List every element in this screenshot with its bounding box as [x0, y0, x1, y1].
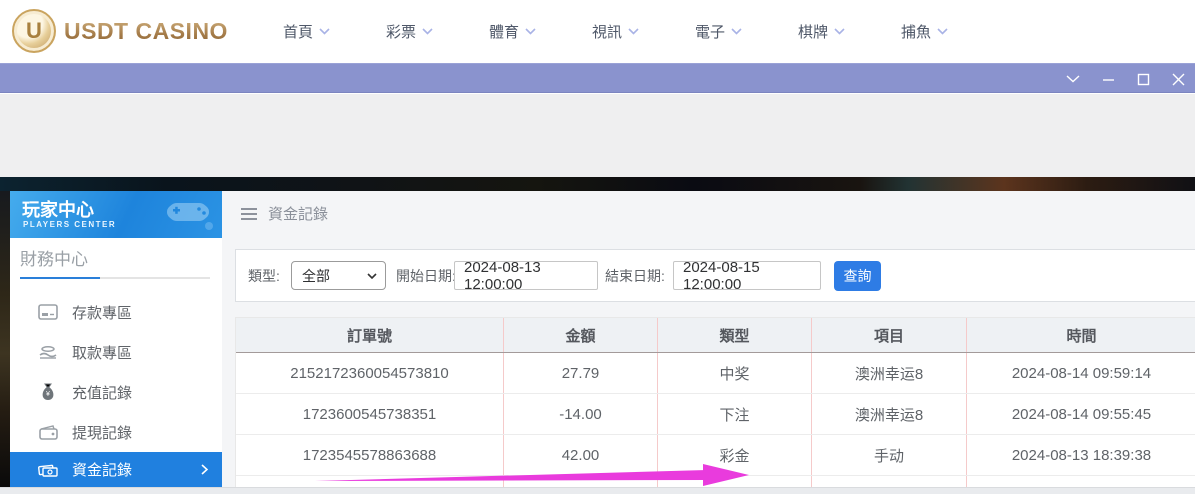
end-date-input[interactable]: 2024-08-15 12:00:00: [673, 259, 821, 293]
taskbar-edge: [0, 487, 1195, 494]
nav-item-home[interactable]: 首頁: [255, 0, 358, 63]
type-select-value: 全部: [302, 267, 330, 284]
end-date-label: 結束日期:: [605, 267, 665, 284]
banner-strip: [0, 177, 1195, 191]
type-select[interactable]: 全部: [291, 261, 386, 290]
window-titlebar[interactable]: [0, 63, 1195, 93]
chevron-down-icon: [422, 28, 433, 35]
hamburger-icon[interactable]: [240, 207, 258, 221]
cell-amount: 42.00: [504, 435, 658, 475]
col-header-type: 類型: [658, 318, 812, 352]
sidebar-header: 玩家中心 PLAYERS CENTER: [10, 191, 222, 238]
banknotes-icon: [38, 460, 58, 480]
window-controls: [1066, 64, 1185, 94]
chevron-down-icon[interactable]: [1066, 72, 1080, 86]
chevron-right-icon: [201, 464, 208, 475]
gamepad-icon: [167, 203, 213, 230]
cell-time: 2024-08-13 18:39:38: [1011, 446, 1152, 464]
nav-menu: 首頁 彩票 體育 視訊 電子 棋牌 捕魚: [255, 0, 976, 63]
col-header-item: 項目: [812, 318, 967, 352]
close-icon[interactable]: [1171, 72, 1185, 86]
chevron-down-icon: [834, 28, 845, 35]
background-image-edge: [0, 191, 10, 487]
chevron-down-icon: [525, 28, 536, 35]
nav-item-fishing[interactable]: 捕魚: [873, 0, 976, 63]
chevron-down-icon: [731, 28, 742, 35]
cell-type: 下注: [658, 394, 812, 434]
cell-type: 中奖: [658, 353, 812, 393]
site-navbar: U USDT CASINO 首頁 彩票 體育 視訊 電子 棋牌 捕魚: [0, 0, 1195, 63]
table-body: 2152172360054573810 27.79 中奖 澳洲幸运8 2024-…: [236, 353, 1195, 487]
hand-money-icon: [38, 342, 58, 362]
gold-coin-icon: U: [12, 9, 56, 53]
chevron-down-icon: [367, 272, 377, 279]
cell-time: 2024-08-14 09:55:45: [1011, 405, 1152, 423]
brand-name: USDT CASINO: [64, 17, 228, 44]
brand-logo[interactable]: U USDT CASINO: [12, 9, 228, 53]
sidebar-title: 玩家中心: [22, 200, 94, 220]
table-header-row: 訂單號 金額 類型 項目 時間: [236, 318, 1195, 353]
filter-bar: 類型: 全部 開始日期: 2024-08-13 12:00:00 結束日期: 2…: [235, 249, 1195, 302]
type-label: 類型:: [248, 267, 280, 284]
minimize-icon[interactable]: [1101, 72, 1115, 86]
sidebar-section-title: 財務中心: [20, 250, 88, 269]
page-background-band: [0, 94, 1195, 177]
maximize-icon[interactable]: [1136, 72, 1150, 86]
cell-item: 澳洲幸运8: [812, 394, 967, 434]
casino-player-center-window: U USDT CASINO 首頁 彩票 體育 視訊 電子 棋牌 捕魚 玩家中心 …: [0, 0, 1195, 494]
cell-order-no: 1723545578863688: [236, 435, 504, 475]
col-header-time: 時間: [1066, 327, 1097, 345]
breadcrumb-label: 資金記錄: [268, 206, 329, 223]
cell-amount: 27.79: [504, 353, 658, 393]
sidebar-item-recharge-record[interactable]: ¥ 充值記錄: [10, 372, 222, 412]
cell-item: 澳洲幸运8: [812, 353, 967, 393]
table-row[interactable]: 2152172360054573810 27.79 中奖 澳洲幸运8 2024-…: [236, 353, 1195, 394]
sidebar-item-withdraw-record[interactable]: 提現記錄: [10, 412, 222, 452]
nav-item-lottery[interactable]: 彩票: [358, 0, 461, 63]
cell-amount: -14.00: [504, 394, 658, 434]
money-bag-icon: ¥: [38, 382, 58, 402]
cell-item: 手动: [812, 435, 967, 475]
nav-item-sports[interactable]: 體育: [461, 0, 564, 63]
nav-item-slots[interactable]: 電子: [667, 0, 770, 63]
nav-item-cards[interactable]: 棋牌: [770, 0, 873, 63]
cell-type: 彩金: [658, 435, 812, 475]
sidebar-subtitle: PLAYERS CENTER: [23, 220, 117, 229]
wallet-icon: [38, 422, 58, 442]
cell-time: 2024-08-14 09:59:14: [1011, 364, 1152, 382]
query-button[interactable]: 查詢: [834, 261, 881, 291]
chevron-down-icon: [937, 28, 948, 35]
nav-item-video[interactable]: 視訊: [564, 0, 667, 63]
cell-order-no: 1723600545738351: [236, 394, 504, 434]
breadcrumb: 資金記錄: [240, 203, 328, 224]
bank-card-icon: [38, 302, 58, 322]
col-header-order: 訂單號: [236, 318, 504, 352]
table-row[interactable]: 1723545578863688 42.00 彩金 手动 2024-08-13 …: [236, 435, 1195, 476]
start-date-label: 開始日期:: [396, 267, 456, 284]
fund-record-table: 訂單號 金額 類型 項目 時間 2152172360054573810 27.7…: [235, 317, 1195, 487]
table-row[interactable]: 1723600545738351 -14.00 下注 澳洲幸运8 2024-08…: [236, 394, 1195, 435]
player-center-sidebar: 玩家中心 PLAYERS CENTER 財務中心 存款專區 取款專區 ¥ 充值記…: [10, 191, 222, 487]
sidebar-item-deposit[interactable]: 存款專區: [10, 292, 222, 332]
section-divider: [20, 277, 210, 279]
cell-order-no: 2152172360054573810: [236, 353, 504, 393]
svg-text:¥: ¥: [46, 391, 50, 398]
start-date-input[interactable]: 2024-08-13 12:00:00: [454, 259, 598, 293]
sidebar-item-fund-record[interactable]: 資金記錄: [10, 452, 222, 487]
sidebar-item-withdraw[interactable]: 取款專區: [10, 332, 222, 372]
chevron-down-icon: [319, 28, 330, 35]
table-row-partial: [236, 476, 1195, 487]
col-header-amount: 金額: [504, 318, 658, 352]
sidebar-menu: 存款專區 取款專區 ¥ 充值記錄 提現記錄 資金記錄: [10, 292, 222, 487]
chevron-down-icon: [628, 28, 639, 35]
